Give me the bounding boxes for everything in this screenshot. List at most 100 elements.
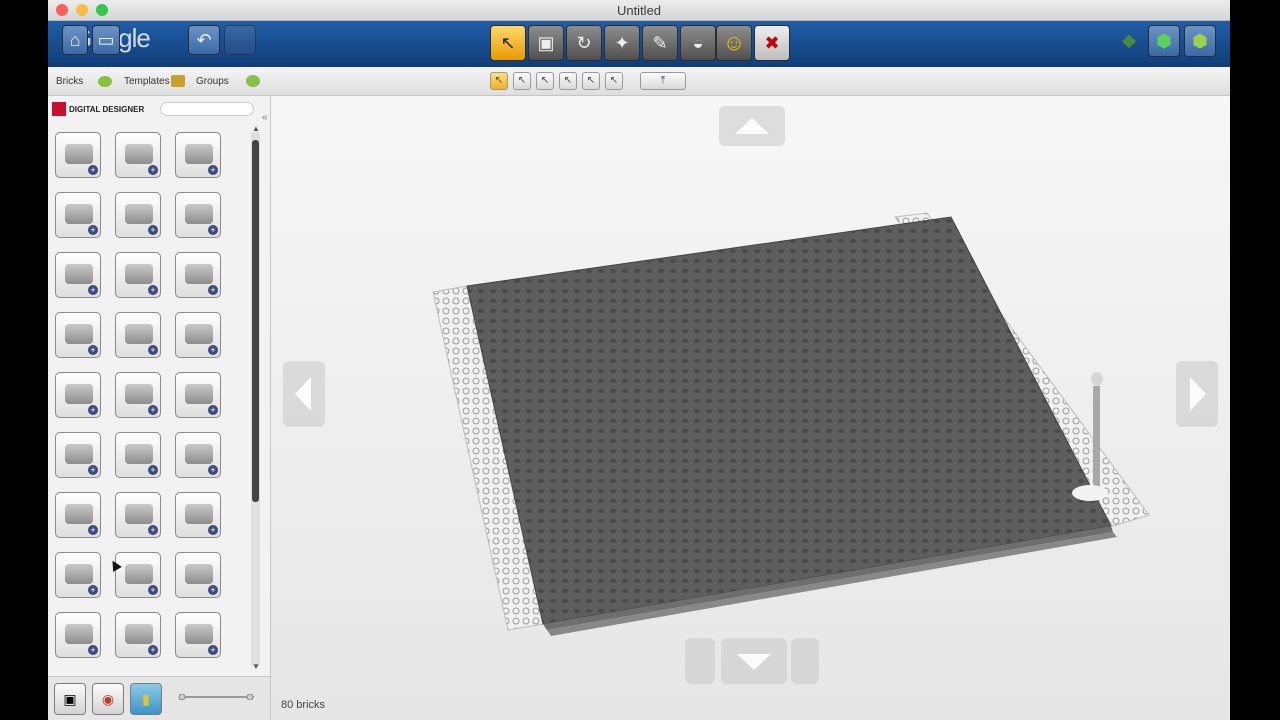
bricks-tab-icon <box>98 76 112 87</box>
brick-thumbnail-icon <box>185 264 213 284</box>
redo-icon[interactable] <box>224 25 256 55</box>
brick-thumbnail-icon <box>125 624 153 644</box>
brick-item[interactable]: + <box>55 552 101 598</box>
brick-item[interactable]: + <box>55 432 101 478</box>
view-mode-icon[interactable]: ◆ <box>1116 25 1142 55</box>
baseplate-model[interactable] <box>271 96 1230 720</box>
brick-item[interactable]: + <box>175 432 221 478</box>
hide-icon[interactable]: ◒ <box>680 25 716 61</box>
brick-search-input[interactable] <box>160 102 254 116</box>
sub-toolbar: Bricks Templates Groups ↖ ↖ ↖ ↖ ↖ ↖ ⤒ <box>48 67 1230 96</box>
brick-box-icon[interactable]: ▮ <box>130 683 162 715</box>
brick-thumbnail-icon <box>65 444 93 464</box>
add-brick-plus-icon: + <box>88 225 98 235</box>
add-brick-plus-icon: + <box>208 165 218 175</box>
brick-item[interactable]: + <box>115 612 161 658</box>
brick-item[interactable]: + <box>175 252 221 298</box>
snap-toggle-icon[interactable]: ⤒ <box>640 72 686 90</box>
brick-item[interactable]: + <box>175 372 221 418</box>
select-connected-icon[interactable]: ↖ <box>513 72 531 90</box>
scroll-down-icon[interactable]: ▼ <box>252 662 260 671</box>
title-bar: Untitled <box>48 0 1230 21</box>
invert-selection-icon[interactable]: ↖ <box>605 72 623 90</box>
flex-icon[interactable]: ✦ <box>604 25 640 61</box>
add-brick-plus-icon: + <box>88 585 98 595</box>
add-brick-plus-icon: + <box>88 645 98 655</box>
brick-item[interactable]: + <box>175 312 221 358</box>
brick-item[interactable]: + <box>55 132 101 178</box>
brick-thumbnail-icon <box>185 504 213 524</box>
build-viewport[interactable]: 80 bricks <box>271 96 1230 720</box>
select-color-shape-icon[interactable]: ↖ <box>582 72 600 90</box>
brick-thumbnail-icon <box>185 324 213 344</box>
tab-groups[interactable]: Groups <box>196 76 229 87</box>
brick-item[interactable]: + <box>115 552 161 598</box>
brick-item[interactable]: + <box>115 192 161 238</box>
brick-item[interactable]: + <box>175 612 221 658</box>
brick-item[interactable]: + <box>175 132 221 178</box>
save-icon[interactable]: ▭ <box>92 25 120 55</box>
add-brick-plus-icon: + <box>208 585 218 595</box>
brick-count-status: 80 bricks <box>281 699 326 711</box>
palette-zoom-slider[interactable] <box>178 694 258 700</box>
collapse-palette-icon[interactable]: « <box>262 112 268 123</box>
add-brick-plus-icon: + <box>88 525 98 535</box>
brick-thumbnail-icon <box>185 564 213 584</box>
palette-scroll-thumb[interactable] <box>252 140 259 502</box>
undo-icon[interactable]: ↶ <box>188 25 220 55</box>
clone-icon[interactable]: ▣ <box>528 25 564 61</box>
minifig-icon[interactable]: ☺ <box>716 25 752 61</box>
add-brick-plus-icon: + <box>88 165 98 175</box>
brick-thumbnail-icon <box>185 444 213 464</box>
tab-bricks[interactable]: Bricks <box>56 76 83 87</box>
share-icon[interactable]: ⬢ <box>1184 25 1216 57</box>
brick-item[interactable]: + <box>115 132 161 178</box>
brick-thumbnail-icon <box>65 624 93 644</box>
select-color-icon[interactable]: ↖ <box>536 72 554 90</box>
brick-item[interactable]: + <box>115 312 161 358</box>
brick-item[interactable]: + <box>55 612 101 658</box>
home-icon[interactable]: ⌂ <box>62 25 88 55</box>
brick-item[interactable]: + <box>55 192 101 238</box>
add-brick-plus-icon: + <box>208 645 218 655</box>
select-single-icon[interactable]: ↖ <box>490 72 508 90</box>
brick-item[interactable]: + <box>115 252 161 298</box>
select-shape-icon[interactable]: ↖ <box>559 72 577 90</box>
brick-item[interactable]: + <box>175 552 221 598</box>
add-brick-plus-icon: + <box>88 405 98 415</box>
paint-icon[interactable]: ✎ <box>642 25 678 61</box>
brick-item[interactable]: + <box>115 432 161 478</box>
tab-templates[interactable]: Templates <box>124 76 170 87</box>
brick-thumbnail-icon <box>185 144 213 164</box>
brick-item[interactable]: + <box>175 492 221 538</box>
build-mode-icon[interactable]: ⬢ <box>1148 25 1180 57</box>
scroll-up-icon[interactable]: ▲ <box>252 124 260 133</box>
add-brick-plus-icon: + <box>208 225 218 235</box>
brick-item[interactable]: + <box>55 252 101 298</box>
palette-bottom-tools: ▣ ◉ ▮ <box>48 676 270 720</box>
templates-tab-icon <box>171 75 185 87</box>
pointer-icon[interactable]: ↖ <box>490 25 526 61</box>
brick-item[interactable]: + <box>55 312 101 358</box>
window-title: Untitled <box>616 3 662 18</box>
add-brick-icon[interactable]: ▣ <box>54 683 86 715</box>
brick-thumbnail-icon <box>65 384 93 404</box>
delete-icon[interactable]: ✖ <box>754 25 790 61</box>
color-palette-icon[interactable]: ◉ <box>92 683 124 715</box>
brick-item[interactable]: + <box>175 192 221 238</box>
brick-palette: DIGITAL DESIGNER « + + + + + + + + + + + + + + + + + + + + +… <box>48 96 271 720</box>
app-window: Untitled Google ⌂ ▭ ↶ ↖▣↻✦✎◒☺✖ ◆ ⬢ ⬢ Bri… <box>48 0 1230 720</box>
brick-item[interactable]: + <box>115 492 161 538</box>
ldd-brand-label: DIGITAL DESIGNER <box>69 104 145 114</box>
brick-item[interactable]: + <box>115 372 161 418</box>
brick-thumbnail-icon <box>125 144 153 164</box>
brick-thumbnail-icon <box>125 264 153 284</box>
brick-thumbnail-icon <box>125 324 153 344</box>
brick-item[interactable]: + <box>55 492 101 538</box>
add-brick-plus-icon: + <box>208 345 218 355</box>
hinge-icon[interactable]: ↻ <box>566 25 602 61</box>
brick-item[interactable]: + <box>55 372 101 418</box>
add-brick-plus-icon: + <box>148 465 158 475</box>
brick-thumbnail-icon <box>65 264 93 284</box>
brick-thumbnail-icon <box>185 384 213 404</box>
